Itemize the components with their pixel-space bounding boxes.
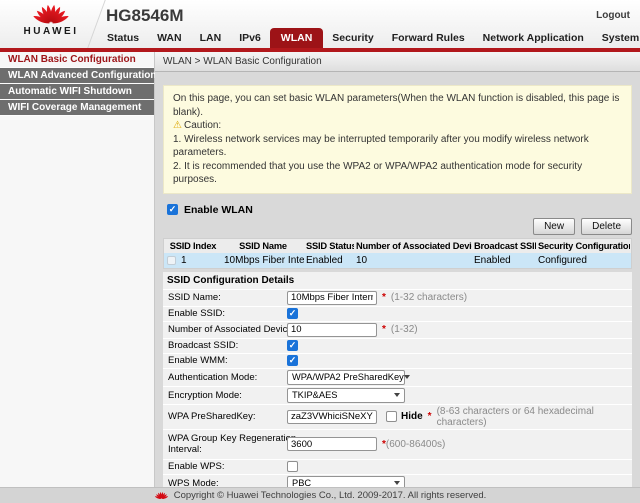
row-select-checkbox[interactable]: [167, 255, 176, 265]
sidebar-item-wlan-basic[interactable]: WLAN Basic Configuration: [0, 52, 154, 68]
page-title: HG8546M: [106, 6, 184, 25]
chevron-down-icon: [403, 375, 410, 379]
warning-icon: ⚠: [173, 120, 182, 131]
tab-status[interactable]: Status: [98, 28, 148, 48]
authentication-mode-select[interactable]: WPA/WPA2 PreSharedKey: [287, 369, 410, 385]
chevron-down-icon: [394, 393, 400, 397]
encryption-mode-value: TKIP&AES: [292, 390, 338, 400]
caution-label: Caution:: [183, 120, 222, 131]
new-button[interactable]: New: [533, 217, 576, 235]
footer: Copyright © Huawei Technologies Co., Ltd…: [0, 487, 640, 503]
tab-system-tools[interactable]: System Tools: [593, 28, 640, 48]
associated-devices-label: Number of Associated Devices:: [168, 324, 301, 335]
ssid-configuration-form: SSID Configuration Details SSID Name: * …: [163, 271, 632, 488]
sidebar: WLAN Basic Configuration WLAN Advanced C…: [0, 52, 157, 487]
ssid-table: SSID Index SSID Name SSID Status Number …: [163, 237, 632, 269]
authentication-mode-label: Authentication Mode:: [168, 371, 258, 383]
hide-checkbox[interactable]: [386, 411, 397, 422]
row-broadcast-ssid: Enabled: [474, 254, 511, 266]
copyright-text: Copyright © Huawei Technologies Co., Ltd…: [173, 490, 487, 501]
hide-label: Hide: [401, 411, 423, 422]
sidebar-item-auto-wifi-shutdown[interactable]: Automatic WIFI Shutdown: [0, 84, 154, 100]
main-nav: Status WAN LAN IPv6 WLAN Security Forwar…: [98, 28, 640, 48]
enable-wlan-checkbox[interactable]: [167, 204, 178, 215]
col-security-configuration: Security Configuration: [538, 240, 630, 251]
col-associated-devices: Number of Associated Devices: [356, 240, 472, 251]
ssid-table-header: SSID Index SSID Name SSID Status Number …: [164, 238, 631, 253]
tab-security[interactable]: Security: [323, 28, 382, 48]
notice-item-2: 2. It is recommended that you use the WP…: [173, 160, 583, 186]
notice-intro: On this page, you can set basic WLAN par…: [173, 93, 620, 118]
huawei-logo: HUAWEI: [16, 3, 86, 37]
caution-box: On this page, you can set basic WLAN par…: [163, 85, 632, 194]
encryption-mode-label: Encryption Mode:: [168, 389, 242, 401]
required-star: *: [382, 324, 386, 335]
form-title: SSID Configuration Details: [167, 274, 295, 286]
wps-mode-select[interactable]: PBC: [287, 475, 405, 487]
col-broadcast-ssid: Broadcast SSID: [474, 240, 536, 251]
tab-wlan[interactable]: WLAN: [269, 28, 324, 48]
ssid-name-input[interactable]: [287, 290, 377, 305]
header: HUAWEI HG8546M Logout Status WAN LAN IPv…: [0, 0, 640, 48]
wpa-presharedkey-hint: (8-63 characters or 64 hexadecimal chara…: [436, 405, 594, 428]
notice-item-1: 1. Wireless network services may be inte…: [173, 133, 589, 159]
delete-button[interactable]: Delete: [581, 217, 632, 235]
enable-ssid-label: Enable SSID:: [168, 308, 226, 319]
row-ssid-status: Enabled: [306, 254, 343, 266]
huawei-wordmark: HUAWEI: [23, 26, 79, 37]
huawei-flower-icon: [33, 4, 69, 24]
enable-ssid-checkbox[interactable]: [287, 308, 298, 319]
required-star: *: [427, 411, 432, 422]
encryption-mode-select[interactable]: TKIP&AES: [287, 387, 405, 403]
tab-ipv6[interactable]: IPv6: [230, 28, 270, 48]
row-ssid-name: 10Mbps Fiber Internet: [224, 254, 304, 266]
wps-mode-value: PBC: [292, 478, 312, 487]
col-ssid-name: SSID Name: [239, 240, 287, 251]
col-ssid-status: SSID Status: [306, 240, 354, 251]
enable-wps-checkbox[interactable]: [287, 461, 298, 472]
ssid-name-label: SSID Name:: [168, 292, 221, 303]
enable-wmm-label: Enable WMM:: [168, 355, 228, 366]
wpa-group-key-input[interactable]: [287, 437, 377, 451]
authentication-mode-value: WPA/WPA2 PreSharedKey: [292, 372, 404, 382]
huawei-flower-icon: [154, 492, 168, 500]
table-row[interactable]: 1 10Mbps Fiber Internet Enabled 10 Enabl…: [164, 252, 631, 268]
wpa-presharedkey-label: WPA PreSharedKey:: [168, 411, 256, 422]
sidebar-item-wlan-advanced[interactable]: WLAN Advanced Configuration: [0, 68, 157, 84]
tab-forward-rules[interactable]: Forward Rules: [383, 28, 474, 48]
tab-network-application[interactable]: Network Application: [474, 28, 593, 48]
required-star: *: [382, 292, 386, 303]
sidebar-item-wifi-coverage[interactable]: WIFI Coverage Management: [0, 100, 154, 116]
ssid-name-hint: (1-32 characters): [390, 292, 468, 303]
broadcast-ssid-label: Broadcast SSID:: [168, 340, 239, 351]
wpa-group-key-hint: (600-86400s): [385, 438, 446, 450]
logout-link[interactable]: Logout: [596, 10, 630, 21]
wps-mode-label: WPS Mode:: [168, 477, 219, 488]
tab-lan[interactable]: LAN: [191, 28, 231, 48]
row-associated-devices: 10: [356, 254, 368, 266]
wpa-group-key-label: WPA Group Key Regeneration Interval:: [168, 433, 297, 455]
associated-devices-hint: (1-32): [390, 324, 418, 335]
enable-wmm-checkbox[interactable]: [287, 355, 298, 366]
enable-wlan-label: Enable WLAN: [184, 203, 253, 216]
content-area: WLAN > WLAN Basic Configuration On this …: [155, 52, 640, 487]
enable-wps-label: Enable WPS:: [168, 461, 225, 472]
row-ssid-index: 1: [181, 254, 187, 266]
row-security-configuration: Configured: [538, 254, 587, 266]
col-ssid-index: SSID Index: [169, 240, 217, 251]
associated-devices-input[interactable]: [287, 322, 377, 337]
tab-wan[interactable]: WAN: [148, 28, 191, 48]
wpa-presharedkey-input[interactable]: [287, 409, 377, 424]
broadcast-ssid-checkbox[interactable]: [287, 340, 298, 351]
breadcrumb: WLAN > WLAN Basic Configuration: [155, 52, 640, 72]
chevron-down-icon: [394, 481, 400, 485]
